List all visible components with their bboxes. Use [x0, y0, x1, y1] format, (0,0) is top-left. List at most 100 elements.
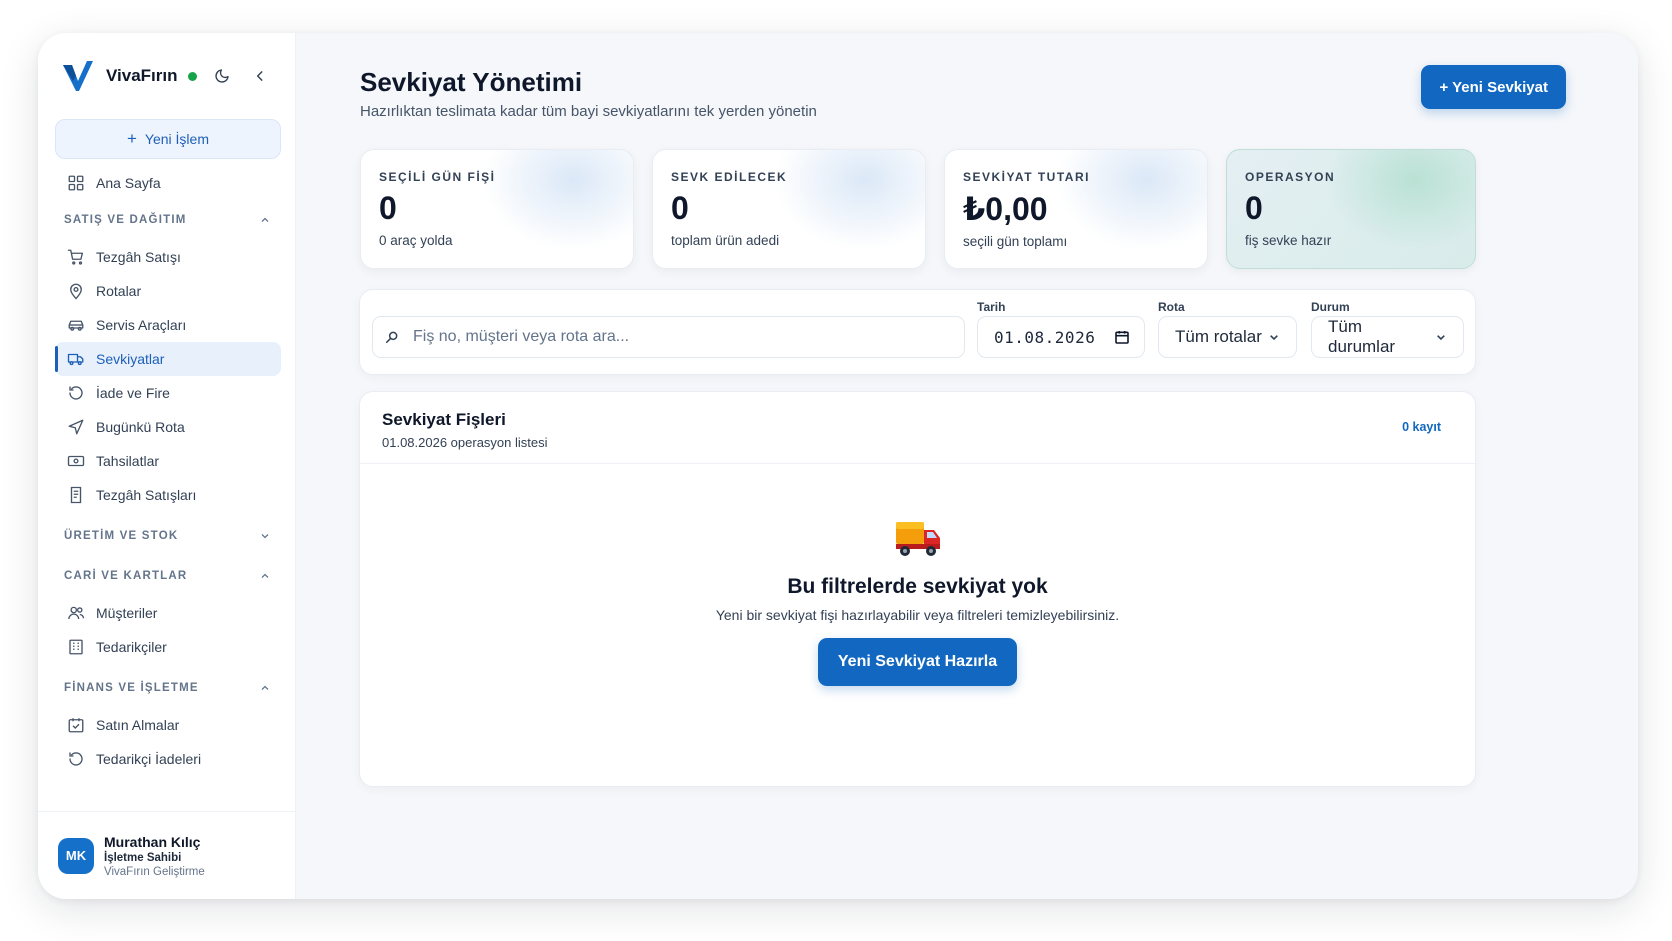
prepare-shipment-button[interactable]: Yeni Sevkiyat Hazırla — [817, 638, 1018, 686]
stat-card-selected-day: SEÇİLİ GÜN FİŞİ 0 0 araç yolda — [360, 149, 634, 269]
cart-icon — [67, 249, 84, 265]
sidebar-item-collections[interactable]: Tahsilatlar — [55, 444, 281, 478]
stat-sub: toplam ürün adedi — [671, 233, 780, 248]
sidebar-nav: Ana Sayfa SATIŞ VE DAĞITIM Tezgâh Satışı… — [55, 166, 281, 776]
section-title: FİNANS VE İŞLETME — [64, 682, 199, 694]
search-icon — [385, 331, 398, 344]
sidebar-item-label: Tahsilatlar — [96, 453, 160, 469]
route-select[interactable]: Tüm rotalar — [1158, 316, 1297, 358]
sidebar-item-service-vehicles[interactable]: Servis Araçları — [55, 308, 281, 342]
stat-card-to-ship: SEVK EDİLECEK 0 toplam ürün adedi — [652, 149, 926, 269]
user-info: Murathan Kılıç İşletme Sahibi VivaFırın … — [104, 834, 205, 878]
sidebar-item-label: Sevkiyatlar — [96, 351, 165, 367]
sidebar-item-label: Tezgâh Satışı — [96, 249, 181, 265]
stat-card-operation: OPERASYON 0 fiş sevke hazır — [1226, 149, 1476, 269]
stat-value: 0 — [1245, 190, 1263, 226]
section-title: ÜRETİM VE STOK — [64, 530, 179, 542]
sidebar-item-home[interactable]: Ana Sayfa — [55, 166, 281, 200]
user-name: Murathan Kılıç — [104, 833, 201, 850]
stat-sub: 0 araç yolda — [379, 233, 453, 248]
stat-label: SEVKİYAT TUTARI — [963, 170, 1090, 184]
empty-title: Bu filtrelerde sevkiyat yok — [787, 575, 1048, 598]
new-operation-label: Yeni İşlem — [144, 131, 209, 147]
moon-icon — [214, 69, 229, 83]
record-count: 0 kayıt — [1402, 420, 1441, 434]
status-select[interactable]: Tüm durumlar — [1311, 316, 1464, 358]
calendar-check-icon — [68, 718, 84, 733]
stat-value: 0 — [379, 190, 397, 226]
sidebar-item-customers[interactable]: Müşteriler — [55, 596, 281, 630]
sidebar-item-label: Rotalar — [96, 283, 142, 299]
plus-icon: + — [126, 129, 137, 148]
stat-label: OPERASYON — [1245, 170, 1336, 184]
brand-name: VivaFırın — [106, 66, 178, 85]
status-value: Tüm durumlar — [1328, 317, 1396, 356]
sidebar-item-label: Tedarikçi İadeleri — [96, 751, 202, 767]
section-title: SATIŞ VE DAĞITIM — [64, 214, 187, 226]
sidebar-item-label: Müşteriler — [96, 605, 158, 621]
truck-icon — [67, 353, 84, 366]
stat-sub: seçili gün toplamı — [963, 234, 1068, 249]
user-profile[interactable]: MK Murathan Kılıç İşletme Sahibi VivaFır… — [38, 811, 296, 899]
shipment-list-card: Sevkiyat Fişleri 01.08.2026 operasyon li… — [359, 391, 1476, 787]
chevron-down-icon — [1270, 335, 1278, 341]
building-icon — [69, 639, 83, 655]
status-label: Durum — [1311, 300, 1350, 314]
main-content: Sevkiyat Yönetimi Hazırlıktan teslimata … — [296, 33, 1638, 899]
new-operation-button[interactable]: + Yeni İşlem — [55, 119, 281, 159]
sidebar-item-label: Tedarikçiler — [96, 639, 167, 655]
section-sales-distribution[interactable]: SATIŞ VE DAĞITIM — [55, 200, 281, 240]
navigation-icon — [68, 419, 84, 435]
return-icon — [69, 752, 83, 766]
sidebar-item-purchases[interactable]: Satın Almalar — [55, 708, 281, 742]
sidebar-item-suppliers[interactable]: Tedarikçiler — [55, 630, 281, 664]
sidebar-item-label: İade ve Fire — [96, 385, 170, 401]
stat-label: SEÇİLİ GÜN FİŞİ — [379, 170, 496, 184]
stat-label: SEVK EDİLECEK — [671, 170, 788, 184]
users-icon — [68, 606, 85, 620]
date-value: 01.08.2026 — [994, 327, 1096, 347]
section-title: CARİ VE KARTLAR — [64, 570, 188, 582]
sidebar-item-todays-route[interactable]: Bugünkü Rota — [55, 410, 281, 444]
chevron-up-icon — [261, 217, 269, 222]
sidebar: VivaFırın + Yeni İşlem Ana Sayfa SATIŞ V… — [38, 33, 296, 899]
online-status-dot — [187, 71, 197, 81]
search-box — [372, 316, 965, 358]
return-icon — [69, 386, 83, 400]
stat-value: 0 — [671, 190, 689, 226]
section-accounts-cards[interactable]: CARİ VE KARTLAR — [55, 556, 281, 596]
sidebar-item-label: Tezgâh Satışları — [96, 487, 197, 503]
sidebar-item-counter-sale[interactable]: Tezgâh Satışı — [55, 240, 281, 274]
section-production-stock[interactable]: ÜRETİM VE STOK — [55, 516, 281, 556]
search-input[interactable] — [413, 328, 953, 346]
empty-state: Bu filtrelerde sevkiyat yok Yeni bir sev… — [360, 518, 1475, 686]
calendar-icon[interactable] — [1114, 329, 1130, 345]
cash-icon — [67, 455, 85, 467]
chevron-down-icon — [261, 534, 269, 539]
list-header: Sevkiyat Fişleri 01.08.2026 operasyon li… — [360, 392, 1475, 464]
list-title: Sevkiyat Fişleri — [382, 410, 506, 429]
dark-mode-toggle[interactable] — [211, 65, 233, 87]
chevron-left-icon — [256, 71, 262, 81]
sidebar-item-counter-sales[interactable]: Tezgâh Satışları — [55, 478, 281, 512]
collapse-sidebar-button[interactable] — [249, 65, 271, 87]
new-shipment-button[interactable]: + Yeni Sevkiyat — [1421, 65, 1566, 109]
sidebar-item-routes[interactable]: Rotalar — [55, 274, 281, 308]
delivery-truck-icon — [895, 522, 940, 556]
section-finance-business[interactable]: FİNANS VE İŞLETME — [55, 668, 281, 708]
sidebar-item-supplier-returns[interactable]: Tedarikçi İadeleri — [55, 742, 281, 776]
sidebar-item-label: Servis Araçları — [96, 317, 187, 333]
stat-sub: fiş sevke hazır — [1245, 233, 1332, 248]
date-input[interactable]: 01.08.2026 — [977, 316, 1145, 358]
sidebar-item-label: Ana Sayfa — [96, 175, 161, 191]
user-role: İşletme Sahibi — [104, 851, 182, 864]
stat-card-shipment-amount: SEVKİYAT TUTARI ₺0,00 seçili gün toplamı — [944, 149, 1208, 269]
route-label: Rota — [1158, 300, 1185, 314]
empty-subtitle: Yeni bir sevkiyat fişi hazırlayabilir ve… — [715, 607, 1120, 623]
filter-bar: Tarih 01.08.2026 Rota Tüm rotalar Durum … — [359, 289, 1476, 375]
sidebar-item-shipments[interactable]: Sevkiyatlar — [55, 342, 281, 376]
sidebar-item-returns-waste[interactable]: İade ve Fire — [55, 376, 281, 410]
page-subtitle: Hazırlıktan teslimata kadar tüm bayi sev… — [360, 103, 817, 120]
chevron-down-icon — [1437, 335, 1445, 341]
sidebar-item-label: Satın Almalar — [96, 717, 180, 733]
